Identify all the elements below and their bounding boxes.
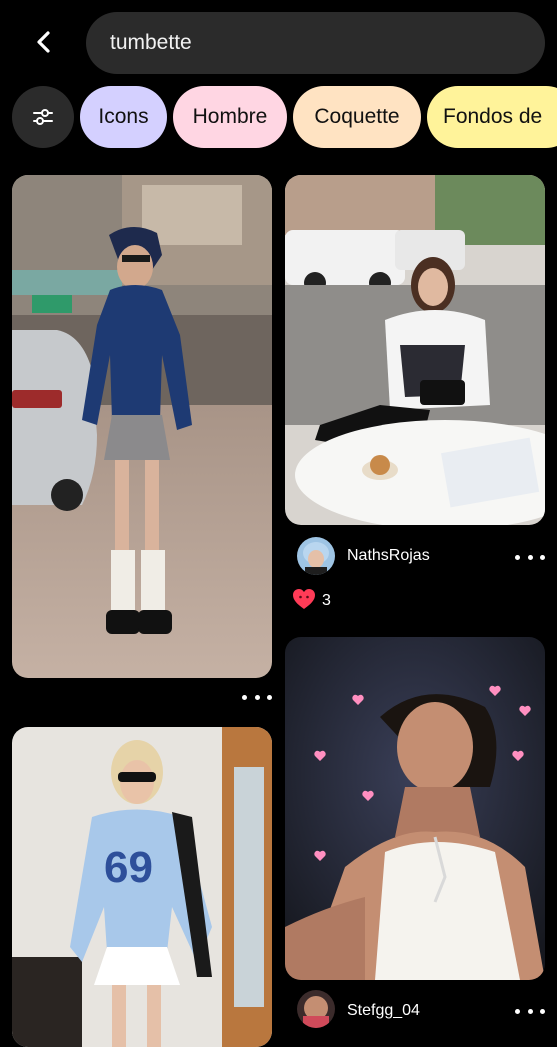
- avatar[interactable]: [297, 537, 335, 575]
- more-dot: [540, 554, 545, 560]
- chip-label: Coquette: [314, 105, 400, 128]
- filter-button[interactable]: [12, 86, 74, 148]
- chip-hombre[interactable]: Hombre: [173, 86, 287, 148]
- pin-cafe-outfit[interactable]: [285, 175, 545, 525]
- pin-author-name[interactable]: NathsRojas: [347, 547, 430, 565]
- heart-reaction-icon: [292, 588, 316, 615]
- chevron-left-icon: [37, 31, 50, 53]
- chip-label: Icons: [98, 105, 149, 128]
- avatar-image: [297, 990, 335, 1028]
- search-input[interactable]: tumbette: [86, 12, 545, 74]
- search-query-text: tumbette: [110, 31, 192, 54]
- more-dot: [527, 554, 533, 560]
- avatar[interactable]: [297, 990, 335, 1028]
- sliders-icon: [33, 109, 53, 125]
- pin-street-outfit[interactable]: [12, 175, 272, 678]
- pin-author-name[interactable]: Stefgg_04: [347, 1002, 420, 1020]
- pin-racing-jersey[interactable]: 69: [12, 727, 272, 1047]
- pin-more-button[interactable]: [515, 1004, 545, 1018]
- chip-fondos-de[interactable]: Fondos de: [427, 86, 557, 148]
- more-horizontal-icon: [242, 694, 247, 700]
- chip-icons[interactable]: Icons: [80, 86, 167, 148]
- more-horizontal-icon: [515, 554, 520, 560]
- filter-chips-row: Icons Hombre Coquette Fondos de: [0, 86, 557, 148]
- top-bar: tumbette: [0, 0, 557, 88]
- pin-more-button[interactable]: [515, 550, 545, 564]
- more-dot: [254, 694, 260, 700]
- chip-label: Hombre: [192, 105, 268, 128]
- pin-more-button[interactable]: [242, 690, 272, 704]
- pin-image: [285, 175, 545, 525]
- more-dot: [527, 1008, 533, 1014]
- pin-image: 69: [12, 727, 272, 1047]
- more-dot: [267, 694, 272, 700]
- pin-image: [285, 637, 545, 980]
- back-button[interactable]: [26, 24, 62, 60]
- chip-label: Fondos de: [443, 105, 543, 128]
- more-horizontal-icon: [515, 1008, 520, 1014]
- chip-coquette[interactable]: Coquette: [293, 86, 421, 148]
- avatar-image: [297, 537, 335, 575]
- like-count: 3: [322, 592, 331, 609]
- more-dot: [540, 1008, 545, 1014]
- pin-image: [12, 175, 272, 678]
- pin-concert-singer[interactable]: [285, 637, 545, 980]
- svg-text:69: 69: [104, 843, 153, 892]
